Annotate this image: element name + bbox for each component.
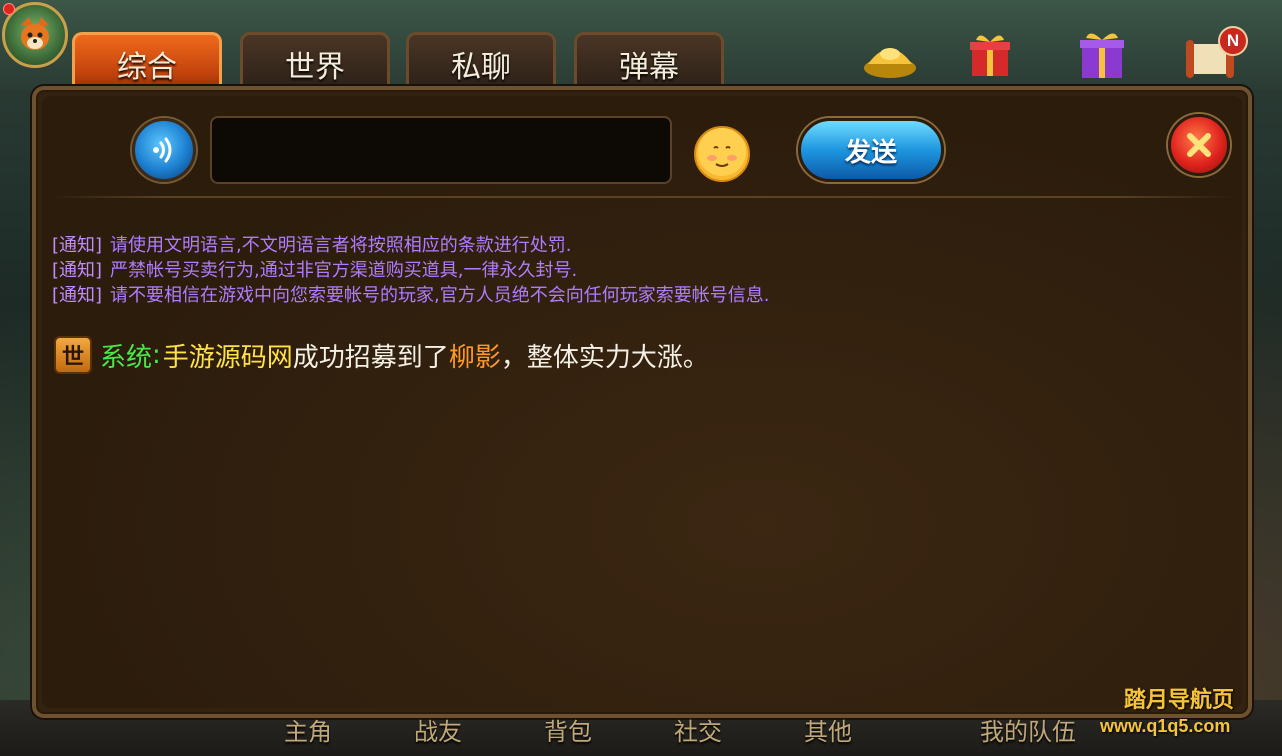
notice-line: [通知] 请不要相信在游戏中向您索要帐号的玩家,官方人员绝不会向任何玩家索要帐号信… [52, 281, 1052, 307]
close-x-icon [1187, 133, 1211, 157]
chat-message-input[interactable] [210, 116, 672, 184]
menu-social[interactable]: 社交 [674, 712, 722, 747]
system-colon: : [152, 340, 161, 370]
panel-divider [48, 196, 1234, 198]
message-text: 成功招募到了 [292, 342, 449, 373]
tab-general[interactable]: 综合 [72, 32, 222, 92]
menu-other[interactable]: 其他 [804, 712, 852, 747]
menu-bag[interactable]: 背包 [544, 712, 592, 747]
player-name-link[interactable]: 手游源码网 [163, 337, 293, 374]
notice-text: 严禁帐号买卖行为,通过非官方渠道购买道具,一律永久封号. [110, 260, 578, 281]
gift-box-icon[interactable] [958, 28, 1022, 84]
notification-dot [3, 3, 15, 15]
tab-barrage[interactable]: 弹幕 [574, 32, 724, 92]
gold-ingot-icon[interactable] [858, 28, 922, 84]
hero-name-link[interactable]: 柳影 [449, 337, 501, 374]
voice-wave-icon [153, 137, 172, 163]
menu-my-team[interactable]: 我的队伍 [980, 712, 1076, 747]
menu-companions[interactable]: 战友 [414, 712, 462, 747]
event-notification-badge: N [1218, 26, 1248, 56]
notice-tag: [通知] [52, 260, 103, 281]
send-button[interactable]: 发送 [798, 118, 944, 182]
notice-text: 请不要相信在游戏中向您索要帐号的玩家,官方人员绝不会向任何玩家索要帐号信息. [110, 285, 770, 306]
system-sender-label: 系统 [100, 342, 153, 373]
close-button[interactable] [1168, 114, 1230, 176]
notice-line: [通知] 严禁帐号买卖行为,通过非官方渠道购买道具,一律永久封号. [52, 256, 1052, 282]
purple-gift-icon[interactable] [1070, 28, 1134, 84]
tab-private[interactable]: 私聊 [406, 32, 556, 92]
notice-tag: [通知] [52, 285, 103, 306]
notice-tag: [通知] [52, 235, 103, 256]
voice-button[interactable] [132, 118, 196, 182]
message-text-end: ，整体实力大涨。 [500, 342, 709, 373]
watermark-title: 踏月导航页 [1124, 688, 1235, 713]
world-channel-badge: 世 [54, 336, 92, 374]
notice-line: [通知] 请使用文明语言,不文明语言者将按照相应的条款进行处罚. [52, 231, 1052, 257]
fox-avatar-icon [21, 17, 49, 50]
chat-panel-inner [42, 96, 1242, 708]
menu-hero[interactable]: 主角 [284, 712, 332, 747]
smiley-face-icon[interactable] [690, 122, 754, 182]
notice-text: 请使用文明语言,不文明语言者将按照相应的条款进行处罚. [110, 235, 572, 256]
tab-world[interactable]: 世界 [240, 32, 390, 92]
system-message: 世 系统 : 手游源码网 成功招募到了 柳影 ，整体实力大涨。 [54, 336, 709, 374]
watermark-url: www.q1q5.com [1100, 716, 1231, 736]
